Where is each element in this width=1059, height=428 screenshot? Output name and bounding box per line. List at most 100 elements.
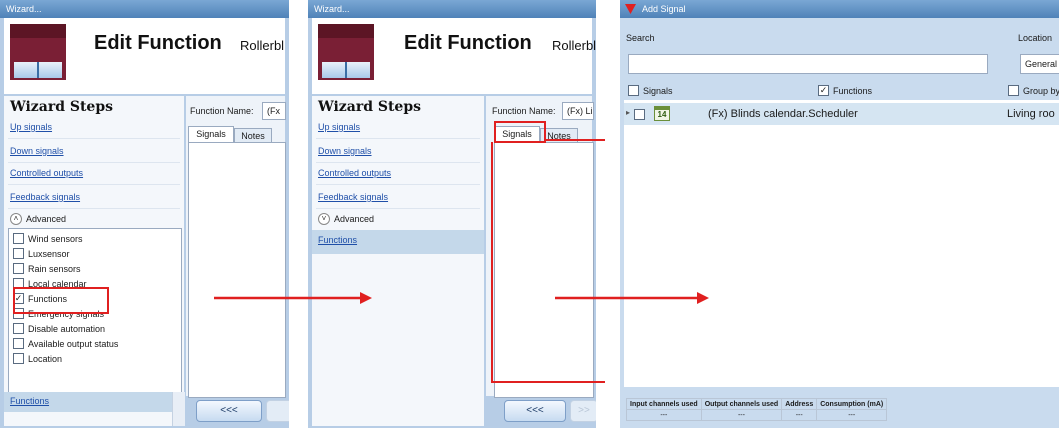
divider xyxy=(316,138,480,139)
calendar-icon: 14 xyxy=(654,106,670,121)
expand-arrow-icon[interactable]: ▸ xyxy=(626,108,630,117)
filter-group-by[interactable]: Group by xyxy=(1008,85,1059,96)
function-name-input[interactable]: (Fx) Li xyxy=(562,102,594,120)
divider xyxy=(8,138,180,139)
step-up-signals[interactable]: Up signals xyxy=(318,122,360,132)
step-feedback-signals[interactable]: Feedback signals xyxy=(318,192,388,202)
filter-functions[interactable]: ✓ Functions xyxy=(818,85,872,96)
advanced-label: Advanced xyxy=(334,214,375,224)
option-label: Available output status xyxy=(28,338,119,349)
divider xyxy=(8,162,180,163)
filter-signals[interactable]: Signals xyxy=(628,85,673,96)
step-down-signals[interactable]: Down signals xyxy=(10,146,64,156)
option-label: Rain sensors xyxy=(28,263,81,274)
step-down-signals[interactable]: Down signals xyxy=(318,146,372,156)
wizard-window-1: Wizard... Edit Function Rollerbl Wizard … xyxy=(0,0,289,428)
rollerblind-icon xyxy=(10,24,66,80)
checkbox[interactable] xyxy=(13,353,24,364)
checkbox[interactable] xyxy=(13,338,24,349)
results-list: ▸ 14 (Fx) Blinds calendar.Scheduler Livi… xyxy=(624,100,1059,387)
search-label: Search xyxy=(626,33,655,43)
header-output-channels: Output channels used xyxy=(700,398,783,410)
page-title: Edit Function xyxy=(94,32,222,54)
window-frame: Edit Function Rollerbl Wizard Steps Up s… xyxy=(0,18,289,428)
window-frame: Search Location General Signals ✓ Functio… xyxy=(620,18,1059,428)
option-wind-sensors[interactable]: Wind sensors xyxy=(13,233,83,244)
filter-label: Functions xyxy=(833,85,873,96)
bracket-line xyxy=(491,139,605,383)
filter-icon xyxy=(625,4,636,14)
checkbox[interactable] xyxy=(13,263,24,274)
window-title: Wizard... xyxy=(308,0,596,18)
step-controlled-outputs[interactable]: Controlled outputs xyxy=(10,168,83,178)
selected-step-row[interactable]: Functions xyxy=(312,230,484,254)
search-input[interactable] xyxy=(628,54,988,74)
window-title: Wizard... xyxy=(0,0,289,18)
window-title-text: Add Signal xyxy=(642,4,686,14)
result-name: (Fx) Blinds calendar.Scheduler xyxy=(708,108,858,120)
step-functions[interactable]: Functions xyxy=(318,235,357,245)
checkbox[interactable] xyxy=(13,323,24,334)
checkbox[interactable] xyxy=(13,233,24,244)
rollerblind-icon xyxy=(318,24,374,80)
next-button[interactable] xyxy=(266,400,289,422)
function-name-input[interactable]: (Fx xyxy=(262,102,286,120)
advanced-label: Advanced xyxy=(26,214,67,224)
signals-list xyxy=(188,142,286,398)
wizard-steps-panel: Wizard Steps Up signals Down signals Con… xyxy=(4,96,185,426)
back-button[interactable]: <<< xyxy=(196,400,262,422)
wizard-steps-heading: Wizard Steps xyxy=(318,99,422,115)
option-luxsensor[interactable]: Luxsensor xyxy=(13,248,70,259)
value-address: --- xyxy=(781,409,818,421)
option-label: Luxsensor xyxy=(28,248,70,259)
step-controlled-outputs[interactable]: Controlled outputs xyxy=(318,168,391,178)
function-name-label: Function Name: xyxy=(190,106,254,116)
checkbox[interactable] xyxy=(628,85,639,96)
step-feedback-signals[interactable]: Feedback signals xyxy=(10,192,80,202)
option-disable-automation[interactable]: Disable automation xyxy=(13,323,105,334)
value-output-channels: --- xyxy=(700,409,783,421)
page-title: Edit Function xyxy=(404,32,532,54)
function-editor: Function Name: (Fx Signals Notes xyxy=(186,96,286,398)
location-select[interactable]: General xyxy=(1020,54,1059,74)
header-area: Edit Function Rollerbl xyxy=(4,18,285,94)
functions-option-highlight xyxy=(13,287,109,314)
step-up-signals[interactable]: Up signals xyxy=(10,122,52,132)
divider xyxy=(316,184,480,185)
checkbox-checked[interactable]: ✓ xyxy=(818,85,829,96)
footer-stats-table: Input channels used Output channels used… xyxy=(626,398,888,421)
option-location[interactable]: Location xyxy=(13,353,62,364)
header-address: Address xyxy=(781,398,818,410)
checkbox[interactable] xyxy=(634,109,645,120)
chevron-down-icon: ˅ xyxy=(318,213,330,225)
add-signal-window: Add Signal Search Location General Signa… xyxy=(620,0,1059,428)
result-location: Living roo xyxy=(1007,108,1055,120)
function-type-label: Rollerbli xyxy=(552,38,596,53)
divider xyxy=(8,208,180,209)
option-rain-sensors[interactable]: Rain sensors xyxy=(13,263,81,274)
back-button[interactable]: <<< xyxy=(504,400,566,422)
value-consumption: --- xyxy=(816,409,888,421)
header-input-channels: Input channels used xyxy=(626,398,702,410)
option-available-output-status[interactable]: Available output status xyxy=(13,338,118,349)
next-button[interactable]: >> xyxy=(570,400,596,422)
advanced-toggle[interactable]: ˅ Advanced xyxy=(318,213,374,225)
scrollbar[interactable] xyxy=(172,392,185,426)
result-row[interactable]: ▸ 14 (Fx) Blinds calendar.Scheduler Livi… xyxy=(624,103,1059,125)
function-name-label: Function Name: xyxy=(492,106,556,116)
advanced-toggle[interactable]: ˄ Advanced xyxy=(10,213,66,225)
step-functions[interactable]: Functions xyxy=(10,396,49,406)
divider xyxy=(316,208,480,209)
wizard-steps-heading: Wizard Steps xyxy=(10,99,114,115)
option-label: Disable automation xyxy=(28,323,106,334)
checkbox[interactable] xyxy=(13,248,24,259)
value-input-channels: --- xyxy=(626,409,702,421)
filter-label: Signals xyxy=(643,85,673,96)
filter-label: Group by xyxy=(1023,85,1059,96)
divider xyxy=(8,184,180,185)
arrow-icon xyxy=(214,292,372,304)
selected-step-row[interactable]: Functions xyxy=(4,392,172,412)
header-area: Edit Function Rollerbli xyxy=(312,18,596,94)
window-title: Add Signal xyxy=(620,0,1059,18)
checkbox[interactable] xyxy=(1008,85,1019,96)
